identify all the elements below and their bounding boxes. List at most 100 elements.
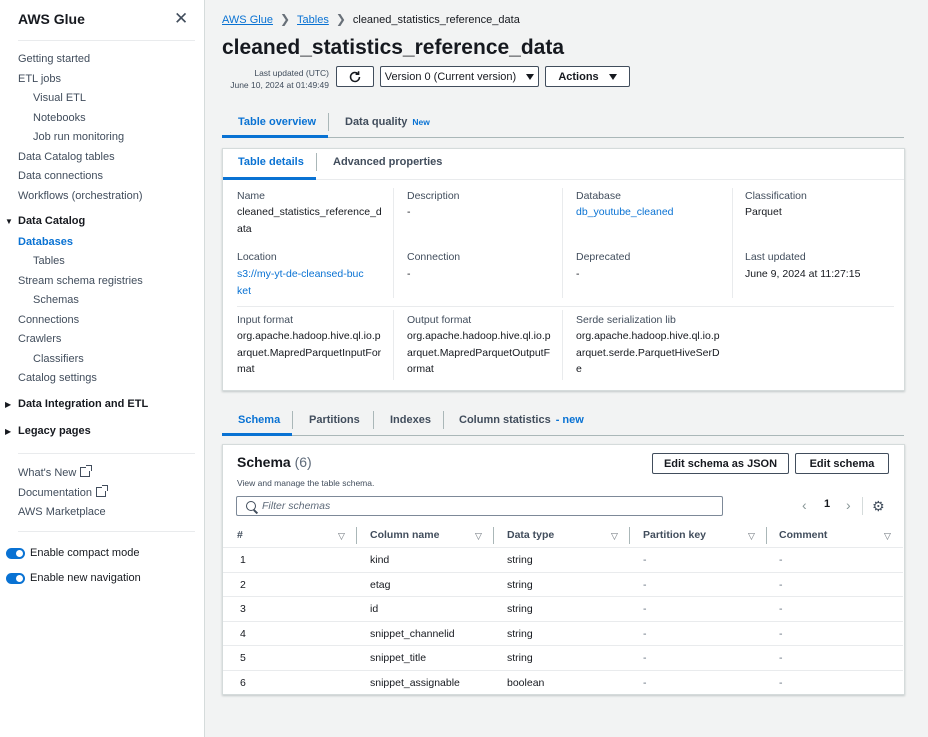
tab-table-details[interactable]: Table details — [238, 156, 304, 168]
column-separator[interactable] — [493, 527, 494, 544]
page-title: cleaned_statistics_reference_data — [222, 36, 565, 59]
nav-getting-started[interactable]: Getting started — [18, 53, 90, 65]
filter-schemas-field[interactable] — [236, 496, 723, 516]
nav-crawlers[interactable]: Crawlers — [18, 333, 61, 345]
nav-aws-marketplace[interactable]: AWS Marketplace — [18, 506, 106, 518]
nav-workflows[interactable]: Workflows (orchestration) — [18, 190, 143, 202]
nav-whats-new[interactable]: What's New — [18, 465, 93, 479]
column-header-data-type[interactable]: Data type — [507, 529, 554, 541]
tab-table-overview[interactable]: Table overview — [238, 116, 316, 128]
tab-separator — [316, 153, 317, 171]
tab-advanced-properties[interactable]: Advanced properties — [333, 156, 442, 168]
nav-classifiers[interactable]: Classifiers — [33, 353, 84, 365]
nav-connections[interactable]: Connections — [18, 314, 79, 326]
cell-type: string — [507, 652, 533, 665]
caret-down-icon — [608, 73, 617, 80]
column-header-number[interactable]: # — [237, 529, 243, 541]
divider — [18, 40, 195, 41]
edit-schema-json-button[interactable]: Edit schema as JSON — [652, 453, 789, 474]
column-separator — [732, 188, 733, 298]
filter-schemas-input[interactable] — [262, 499, 712, 513]
location-link[interactable]: s3://my-yt-de-cleansed-bucket — [237, 266, 365, 299]
sort-icon[interactable]: ▽ — [748, 531, 755, 542]
last-updated-label: Last updated (UTC) — [254, 68, 329, 78]
cell-comment: - — [779, 627, 783, 640]
pager-separator — [862, 497, 863, 515]
page-number[interactable]: 1 — [824, 498, 830, 510]
cell-type: string — [507, 627, 533, 640]
column-separator — [393, 310, 394, 380]
nav-section-label: Data Integration and ETL — [18, 398, 149, 410]
nav-job-run-monitoring[interactable]: Job run monitoring — [33, 131, 124, 143]
column-header-partition-key[interactable]: Partition key — [643, 529, 706, 541]
column-header-comment[interactable]: Comment — [779, 529, 827, 541]
version-select[interactable]: Version 0 (Current version) — [380, 66, 539, 87]
chevron-right-icon: ❯ — [335, 12, 346, 26]
breadcrumb-aws-glue[interactable]: AWS Glue — [222, 14, 273, 26]
nav-stream-schema-registries[interactable]: Stream schema registries — [18, 275, 143, 287]
tab-data-quality[interactable]: Data quality New — [345, 116, 430, 128]
column-separator[interactable] — [629, 527, 630, 544]
sort-icon[interactable]: ▽ — [338, 531, 345, 542]
cell-partition: - — [643, 554, 647, 566]
column-separator — [393, 188, 394, 298]
nav-section-data-catalog[interactable]: ▼ Data Catalog — [5, 215, 85, 227]
sort-icon[interactable]: ▽ — [475, 531, 482, 542]
description-label: Description — [407, 190, 460, 202]
previous-page-icon[interactable]: ‹ — [802, 497, 807, 513]
breadcrumb-tables[interactable]: Tables — [297, 14, 329, 26]
table-row: 5 snippet_title string - - — [223, 645, 903, 670]
nav-section-data-integration[interactable]: ▶ Data Integration and ETL — [5, 398, 148, 410]
column-separator[interactable] — [356, 527, 357, 544]
cell-type: string — [507, 603, 533, 616]
compact-mode-toggle[interactable] — [6, 548, 25, 559]
nav-section-label: Legacy pages — [18, 425, 91, 437]
caret-right-icon: ▶ — [5, 400, 12, 409]
nav-visual-etl[interactable]: Visual ETL — [33, 92, 86, 104]
next-page-icon[interactable]: › — [846, 497, 851, 513]
tab-partitions[interactable]: Partitions — [309, 414, 360, 426]
actions-button-label: Actions — [558, 70, 599, 83]
tab-column-statistics[interactable]: Column statistics - new — [459, 414, 584, 426]
last-updated-label: Last updated — [745, 251, 806, 263]
sort-icon[interactable]: ▽ — [884, 531, 891, 542]
nav-tables[interactable]: Tables — [33, 255, 65, 267]
database-link[interactable]: db_youtube_cleaned — [576, 204, 674, 221]
tab-indexes[interactable]: Indexes — [390, 414, 431, 426]
column-header-name[interactable]: Column name — [370, 529, 439, 541]
column-separator[interactable] — [766, 527, 767, 544]
nav-schemas[interactable]: Schemas — [33, 294, 79, 306]
chevron-right-icon: ❯ — [279, 12, 291, 26]
nav-databases[interactable]: Databases — [18, 236, 73, 248]
connection-value: - — [407, 268, 411, 280]
edit-schema-button[interactable]: Edit schema — [795, 453, 889, 474]
cell-partition: - — [643, 652, 647, 665]
nav-data-connections[interactable]: Data connections — [18, 170, 103, 182]
compact-mode-label: Enable compact mode — [30, 547, 140, 559]
cell-name: id — [370, 603, 379, 616]
actions-button[interactable]: Actions — [545, 66, 630, 87]
details-tabs-divider — [223, 179, 904, 180]
nav-documentation[interactable]: Documentation — [18, 485, 108, 499]
sort-icon[interactable]: ▽ — [611, 531, 618, 542]
nav-whats-new-label: What's New — [18, 467, 77, 479]
nav-notebooks[interactable]: Notebooks — [33, 112, 86, 124]
gear-icon[interactable]: ⚙ — [872, 498, 885, 515]
classification-value: Parquet — [745, 206, 782, 218]
close-icon[interactable]: ✕ — [174, 9, 188, 29]
nav-etl-jobs[interactable]: ETL jobs — [18, 73, 61, 85]
cell-comment: - — [779, 677, 783, 689]
new-navigation-toggle[interactable] — [6, 573, 25, 584]
nav-catalog-settings[interactable]: Catalog settings — [18, 372, 97, 384]
cell-num: 3 — [240, 603, 246, 616]
sidebar-title[interactable]: AWS Glue — [18, 11, 85, 27]
nav-data-catalog-tables[interactable]: Data Catalog tables — [18, 151, 115, 163]
refresh-icon — [349, 70, 361, 82]
deprecated-label: Deprecated — [576, 251, 631, 263]
nav-section-legacy-pages[interactable]: ▶ Legacy pages — [5, 425, 91, 437]
caret-down-icon: ▼ — [5, 217, 13, 226]
tab-schema[interactable]: Schema — [238, 414, 280, 426]
refresh-button[interactable] — [336, 66, 374, 87]
new-navigation-label: Enable new navigation — [30, 572, 141, 584]
output-format-label: Output format — [407, 314, 472, 326]
